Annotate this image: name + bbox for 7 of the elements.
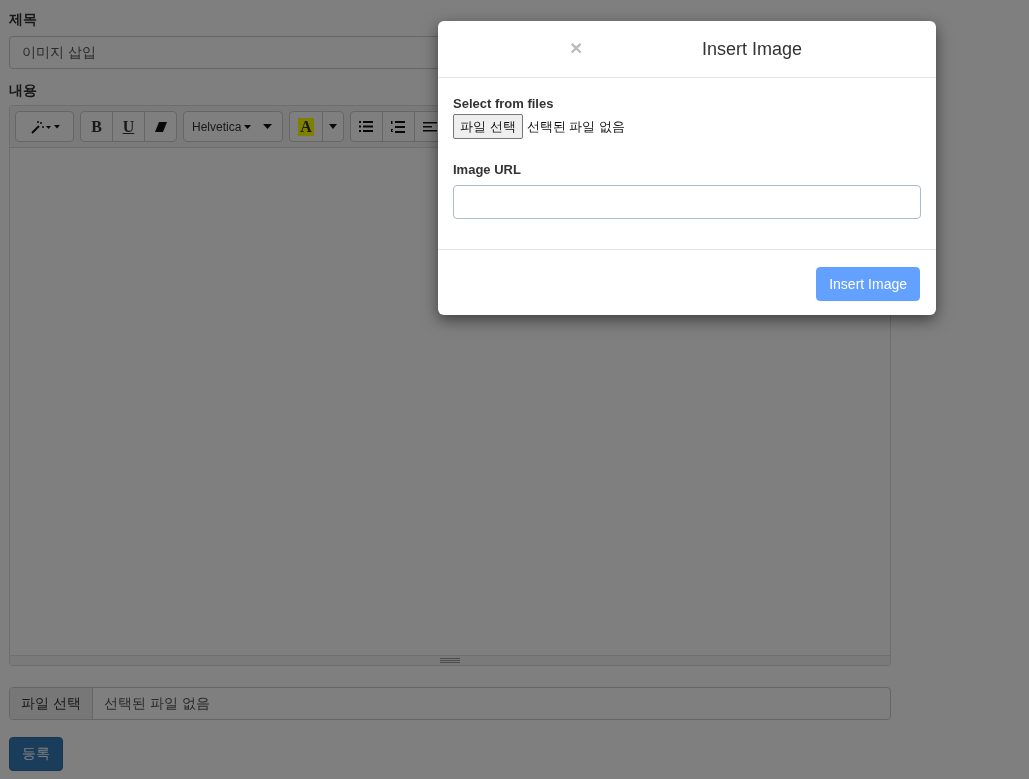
modal-title: Insert Image	[701, 38, 802, 60]
field-label: Image URL	[453, 161, 521, 179]
field-label: 내용	[9, 81, 37, 100]
file-status: 선택된 파일 없음	[526, 117, 625, 136]
file-status: 선택된 파일 없음	[102, 693, 211, 713]
field-label: 제목	[9, 10, 37, 29]
field-label: Select from files	[453, 95, 554, 113]
